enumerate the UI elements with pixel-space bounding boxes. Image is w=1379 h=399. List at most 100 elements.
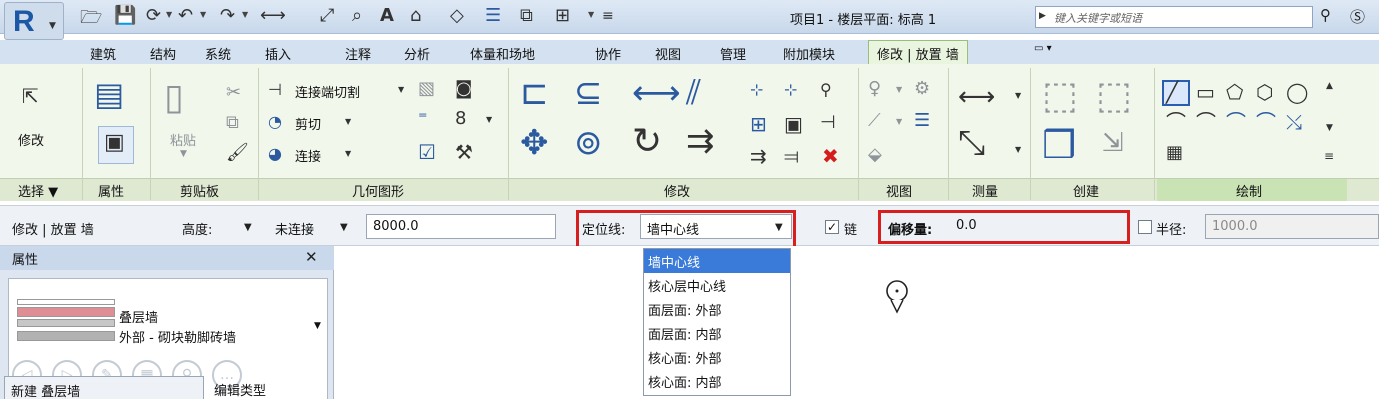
chevron-down-icon[interactable]: ▼ [345,150,351,158]
chevron-down-icon[interactable]: ▼ [242,10,248,19]
tab-collaborate[interactable]: 协作 [595,44,621,63]
split-gap-icon[interactable]: ⊹ [784,82,797,98]
dropdown-option[interactable]: 核心面: 内部 [644,369,790,393]
properties-icon[interactable]: ▤ [94,78,124,110]
dimension-icon[interactable]: ⤢ [320,5,334,26]
move-icon[interactable]: ✥ [520,126,549,160]
pick-faces-icon[interactable]: ▦ [1166,144,1183,162]
create-similar-icon[interactable]: ⬚ [1042,76,1078,114]
text-icon[interactable]: A [380,5,394,26]
create-parts-icon[interactable]: ❒ [1042,126,1076,164]
tab-insert[interactable]: 插入 [265,44,291,63]
undo-icon[interactable]: ↶ [178,5,193,26]
measure-icon[interactable]: ⟷ [260,5,286,26]
tab-structure[interactable]: 结构 [150,44,176,63]
tab-add-ins[interactable]: 附加模块 [783,44,835,63]
copy-element-icon[interactable]: ⊚ [574,126,603,160]
chevron-down-icon[interactable]: ▼ [340,222,348,233]
cut-geometry-button[interactable]: 剪切 [295,114,321,133]
chevron-down-icon[interactable]: ▼ [896,118,902,126]
hammer-icon[interactable]: ⚒ [455,142,473,162]
rotate-icon[interactable]: ↻ [632,124,662,160]
chevron-down-icon[interactable]: ▼ [896,86,902,94]
create-group-icon[interactable]: ⬚ [1096,76,1132,114]
measure-distance-icon[interactable]: ⟷ [958,84,995,110]
chevron-down-icon[interactable]: ▼ [345,118,351,126]
minimize-ribbon-button[interactable]: ▭ ▾ [1034,43,1074,61]
tab-annotate[interactable]: 注释 [345,44,371,63]
chevron-down-icon[interactable]: ▼ [200,10,206,19]
select-panel-label[interactable]: 选择 ▼ [18,181,58,200]
modify-button[interactable]: 修改 [18,130,44,149]
application-menu-button[interactable]: R ▼ [4,2,64,40]
paint-icon[interactable]: 8 [455,110,466,128]
trim-single-icon[interactable]: ⫤ [784,146,799,166]
join-roof-icon[interactable]: ⁼ [418,110,428,128]
start-end-arc-icon[interactable]: ⌒ [1166,112,1186,132]
radius-input[interactable]: 1000.0 [1205,214,1379,239]
height-value-input[interactable]: 8000.0 [366,214,556,239]
match-properties-icon[interactable]: 🖌 [226,144,249,162]
chevron-down-icon[interactable]: ▼ [1015,146,1021,154]
tangent-arc-icon[interactable]: ⌒ [1226,112,1246,132]
join-geometry-button[interactable]: 连接 [295,146,321,165]
sync-icon[interactable]: ⟳ [146,5,161,26]
mirror-pick-axis-icon[interactable]: ⟷ [632,76,681,110]
center-ends-arc-icon[interactable]: ⌒ [1196,112,1216,132]
array-icon[interactable]: ⊞ [750,114,767,134]
offset-icon[interactable]: ⊆ [574,76,603,110]
edit-type-button[interactable]: 编辑类型 [214,380,266,399]
fillet-arc-icon[interactable]: ⌒ [1256,112,1276,132]
subscription-icon[interactable]: Ⓢ [1350,6,1365,27]
chevron-up-icon[interactable]: ▲ [1326,82,1333,91]
dropdown-option[interactable]: 核心面: 外部 [644,345,790,369]
chevron-down-icon[interactable]: ▼ [486,116,492,124]
chevron-down-icon[interactable]: ▼ [588,10,594,19]
align-icon[interactable]: ⊏ [520,76,549,110]
search-input[interactable]: ▶ 键入关键字或短语 [1035,6,1313,28]
rectangle-icon[interactable]: ▭ [1196,82,1215,102]
chevron-down-icon[interactable]: ▼ [166,10,172,19]
drawing-canvas[interactable] [335,246,1379,399]
dropdown-option[interactable]: 墙中心线 [644,249,790,273]
delete-icon[interactable]: ✖ [822,146,839,166]
view-icon[interactable]: ⬙ [868,146,882,164]
cursor-icon[interactable]: ⇱ [22,86,39,106]
split-element-icon[interactable]: ⊹ [750,82,763,98]
dropdown-option[interactable]: 核心层中心线 [644,273,790,297]
open-icon[interactable]: 🗁 [80,5,102,35]
join-geometry-icon[interactable]: ◕ [268,146,282,162]
expand-gallery-icon[interactable]: ≡ [1324,150,1334,162]
tab-manage[interactable]: 管理 [720,44,746,63]
height-constraint-select[interactable]: 未连接 [275,219,314,238]
trim-extend-icon[interactable]: ⇉ [686,124,715,158]
dropdown-option[interactable]: 面层面: 内部 [644,321,790,345]
pick-lines-icon[interactable]: ⤯ [1286,112,1302,132]
filter-icon[interactable]: ☰ [914,112,930,130]
cut-geometry-icon[interactable]: ◔ [268,114,282,130]
binoculars-icon[interactable]: ⚲ [1320,6,1331,24]
hide-element-icon[interactable]: ♀ [868,80,881,98]
chevron-down-icon[interactable]: ▼ [314,321,321,331]
chevron-down-icon[interactable]: ▼ [244,222,252,233]
copy-icon[interactable]: ⧉ [226,114,239,132]
override-graphics-icon[interactable]: ⚙ [914,80,930,98]
tab-systems[interactable]: 系统 [205,44,231,63]
switch-windows-icon[interactable]: ⊞ [555,5,570,26]
chain-checkbox[interactable]: ✓ [825,220,839,234]
trim-multiple-icon[interactable]: ⇉ [750,146,767,166]
tab-view[interactable]: 视图 [655,44,681,63]
close-hidden-icon[interactable]: ⧉ [520,5,533,26]
chevron-down-icon[interactable]: ▼ [180,150,187,159]
customize-quick-access-icon[interactable]: ≡ [602,8,614,24]
redo-icon[interactable]: ↷ [220,5,235,26]
chevron-down-icon[interactable]: ▼ [1326,124,1333,133]
linework-icon[interactable]: ⟋ [868,112,881,130]
tab-modify-place-wall[interactable]: 修改 | 放置 墙 [868,40,968,66]
cope-button[interactable]: 连接端切割 [295,82,360,101]
instance-filter-select[interactable]: 新建 叠层墙 [4,376,204,399]
aligned-dimension-icon[interactable]: ⤡ [958,126,985,160]
wall-joins-icon[interactable]: ▧ [418,80,435,98]
chevron-down-icon[interactable]: ▼ [398,86,404,94]
cut-icon[interactable]: ✂ [226,84,241,102]
